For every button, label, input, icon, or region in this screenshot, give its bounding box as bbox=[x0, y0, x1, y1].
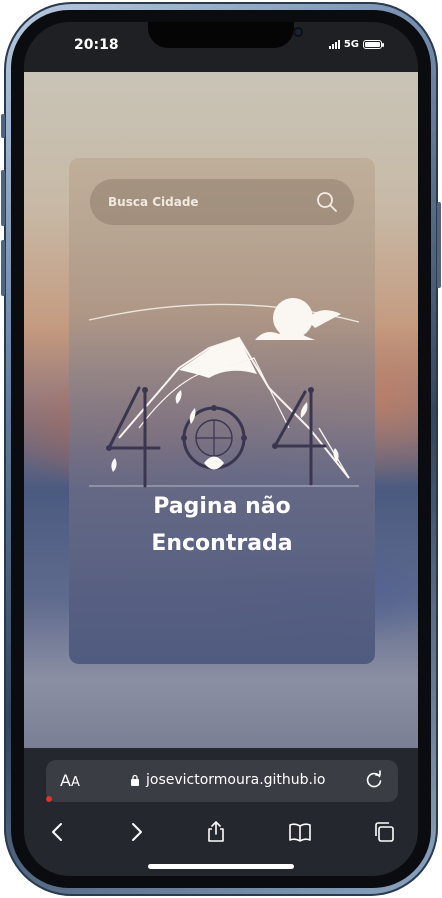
lock-icon bbox=[131, 774, 139, 786]
bookmarks-icon[interactable] bbox=[288, 820, 312, 844]
weather-card: Pagina não Encontrada bbox=[69, 158, 375, 664]
forward-icon[interactable] bbox=[124, 820, 148, 844]
address-bar[interactable]: AA josevictormoura.github.io bbox=[46, 760, 398, 802]
volume-up-button bbox=[1, 170, 5, 226]
notch bbox=[148, 22, 303, 48]
status-time: 20:18 bbox=[74, 37, 119, 53]
front-camera bbox=[293, 27, 303, 37]
browser-chrome: AA josevictormoura.github.io bbox=[24, 748, 418, 876]
power-button bbox=[437, 202, 441, 288]
recording-indicator bbox=[46, 796, 52, 802]
webpage-viewport[interactable]: Pagina não Encontrada bbox=[24, 72, 418, 748]
not-found-message: Pagina não Encontrada bbox=[69, 488, 375, 562]
search-icon[interactable] bbox=[316, 191, 338, 213]
back-icon[interactable] bbox=[46, 820, 70, 844]
battery-icon bbox=[363, 40, 384, 49]
url-text: josevictormoura.github.io bbox=[146, 772, 326, 788]
reload-icon[interactable] bbox=[364, 770, 384, 790]
mountain-404-illustration bbox=[88, 298, 360, 488]
search-input[interactable] bbox=[108, 179, 308, 225]
url-display[interactable]: josevictormoura.github.io bbox=[130, 772, 325, 788]
signal-bars-icon bbox=[328, 40, 340, 49]
status-bar: 20:18 5G bbox=[24, 22, 418, 72]
tabs-icon[interactable] bbox=[372, 820, 396, 844]
volume-down-button bbox=[1, 240, 5, 296]
phone-screen: 20:18 5G Busca Cidade Pagina não Encontr… bbox=[24, 22, 418, 876]
network-label: 5G bbox=[343, 39, 359, 50]
not-found-line-2: Encontrada bbox=[151, 531, 293, 556]
browser-toolbar bbox=[24, 812, 418, 852]
status-indicators: 5G bbox=[328, 39, 384, 50]
text-size-button[interactable]: AA bbox=[60, 771, 80, 790]
action-button bbox=[1, 114, 5, 138]
search-bar bbox=[90, 179, 354, 225]
not-found-line-1: Pagina não bbox=[153, 494, 291, 519]
home-indicator[interactable] bbox=[148, 864, 294, 869]
share-icon[interactable] bbox=[204, 820, 228, 844]
